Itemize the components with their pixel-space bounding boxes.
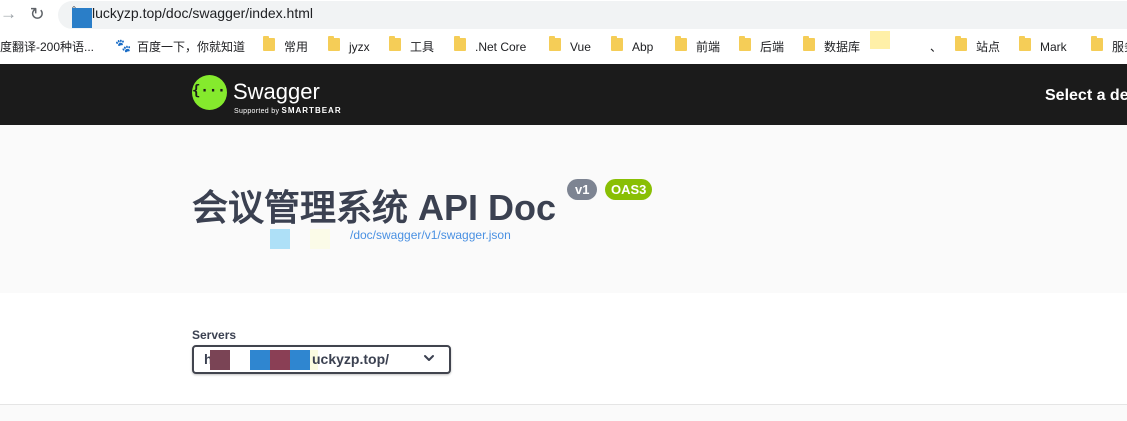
bookmark-baidu[interactable]: 百度一下，你就知道	[137, 39, 245, 55]
operations-area	[0, 405, 1127, 421]
bookmark-fuwu[interactable]: 服务	[1112, 39, 1127, 55]
bookmark-fanyi[interactable]: 度翻译-200种语...	[0, 39, 94, 55]
redaction-block	[270, 350, 290, 370]
chevron-down-icon	[424, 355, 434, 361]
folder-icon	[803, 36, 815, 51]
redaction-block	[230, 350, 250, 370]
browser-address-bar: → ↻ ˆ luckyzp.top/doc/swagger/index.html	[0, 0, 1127, 31]
folder-icon	[611, 36, 623, 51]
folder-icon	[263, 36, 275, 51]
swagger-logo-title[interactable]: Swagger	[233, 79, 320, 105]
bookmark-changyong[interactable]: 常用	[284, 39, 308, 55]
folder-icon	[389, 36, 401, 51]
bookmark-redacted[interactable]: 、	[930, 39, 942, 55]
swagger-topbar: {···} Swagger Supported by SMARTBEAR Sel…	[0, 64, 1127, 125]
bookmark-netcore[interactable]: .Net Core	[475, 39, 526, 55]
bookmark-gongju[interactable]: 工具	[410, 39, 434, 55]
folder-icon	[739, 36, 751, 51]
bookmark-mark[interactable]: Mark	[1040, 39, 1067, 55]
back-arrow-icon[interactable]: →	[0, 4, 17, 24]
folder-icon	[1019, 36, 1031, 51]
folder-icon	[955, 36, 967, 51]
logo-sub-prefix: Supported by	[234, 108, 280, 115]
select-definition-label: Select a de	[1045, 87, 1127, 104]
redaction-block	[870, 49, 930, 63]
url-text[interactable]: luckyzp.top/doc/swagger/index.html	[92, 5, 313, 21]
servers-label: Servers	[192, 328, 237, 342]
bookmark-zhandian[interactable]: 站点	[976, 39, 1000, 55]
bookmark-jyzx[interactable]: jyzx	[349, 39, 370, 55]
redaction-block	[270, 229, 290, 249]
redaction-block	[210, 350, 230, 370]
version-badge: v1	[567, 179, 598, 200]
swagger-logo-subtitle: Supported by SMARTBEAR	[234, 106, 342, 115]
server-url-text: uckyzp.top/	[312, 351, 390, 367]
bookmark-vue[interactable]: Vue	[570, 39, 591, 55]
bookmark-houduan[interactable]: 后端	[760, 39, 784, 55]
folder-icon	[675, 36, 687, 51]
reload-icon[interactable]: ↻	[27, 4, 47, 24]
bookmark-qianduan[interactable]: 前端	[696, 39, 720, 55]
folder-icon	[328, 36, 340, 51]
folder-icon	[1091, 36, 1103, 51]
spec-url-link[interactable]: /doc/swagger/v1/swagger.json	[350, 228, 511, 242]
oas-badge: OAS3	[605, 179, 653, 200]
bookmarks-bar: 度翻译-200种语... 🐾 百度一下，你就知道 常用 jyzx 工具 .Net…	[0, 31, 1127, 64]
logo-sub-brand: SMARTBEAR	[281, 106, 342, 115]
page-title: 会议管理系统 API Doc	[192, 187, 557, 228]
swagger-logo-icon[interactable]: {···}	[192, 75, 234, 110]
bookmark-abp[interactable]: Abp	[632, 39, 653, 55]
redaction-block	[290, 350, 310, 370]
redaction-block	[72, 8, 92, 28]
api-info-section: 会议管理系统 API Doc v1 OAS3 /doc/swagger/v1/s…	[0, 125, 1127, 293]
folder-icon	[454, 36, 466, 51]
redaction-block	[870, 31, 890, 49]
baidu-paw-icon: 🐾	[115, 38, 132, 53]
bookmark-shujuku[interactable]: 数据库	[824, 39, 860, 55]
redaction-block	[250, 350, 270, 370]
servers-select[interactable]: h uckyzp.top/	[192, 345, 451, 374]
folder-icon	[549, 36, 561, 51]
redaction-block	[310, 229, 330, 249]
